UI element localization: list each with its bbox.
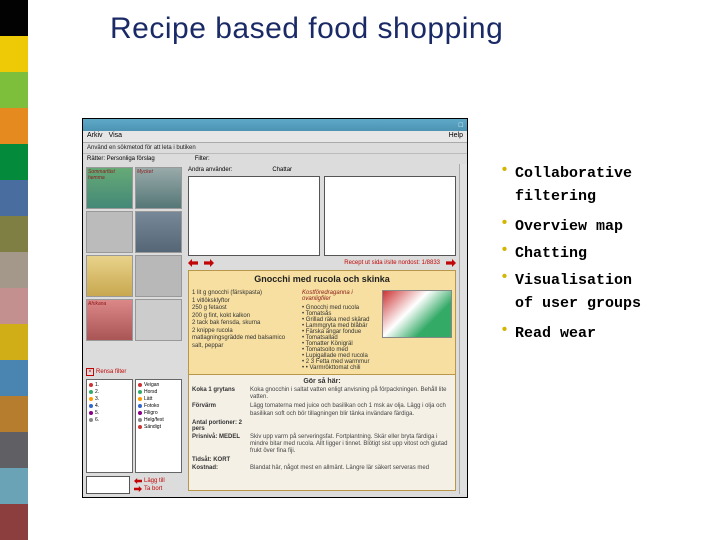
hint-bar: Använd en sökmetod för att leta i butike… — [83, 143, 467, 154]
filter-list-a[interactable]: 1.2.3.4.5.6. — [86, 379, 133, 473]
thumb-4[interactable] — [135, 211, 182, 253]
instructions-panel: Gör så här: Koka 1 grytansKoka gnocchin … — [189, 374, 455, 490]
filter-list-b[interactable]: VeiganHorsdLättFotokoFiligroHelg/festSän… — [135, 379, 182, 473]
menubar: Arkiv Visa Help — [83, 131, 467, 143]
suggestion-label: Kostföredraganna i ovanligfiler — [302, 290, 378, 302]
menu-visa[interactable]: Visa — [109, 132, 123, 141]
instructions-header: Gör så här: — [192, 378, 452, 385]
ingredient-list: 1 lit g gnocchi (färskpasta)1 vitlökskly… — [192, 290, 298, 371]
list-item[interactable]: 6. — [89, 417, 130, 423]
list-item[interactable]: Sändigt — [138, 424, 179, 430]
arrow-left-icon — [134, 478, 142, 484]
list-item[interactable]: Filigro — [138, 410, 179, 416]
label-chattar: Chattar — [272, 167, 292, 173]
menu-help[interactable]: Help — [449, 132, 463, 141]
scrollbar[interactable] — [459, 164, 467, 494]
recipe-title: Gnocchi med rucola och skinka — [189, 271, 455, 287]
chat-box[interactable] — [324, 176, 456, 256]
list-item[interactable]: 4. — [89, 403, 130, 409]
recipe-thumbnails[interactable]: Sommarfäst hemma Mycket Afrikana — [83, 164, 185, 344]
decorative-stripe — [0, 0, 28, 540]
list-item[interactable]: Veigan — [138, 382, 179, 388]
label-ratter: Rätter: Personliga förslag — [87, 156, 155, 162]
recipe-image — [382, 290, 452, 338]
menu-arkiv[interactable]: Arkiv — [87, 132, 103, 141]
next-icon-2[interactable] — [446, 259, 456, 267]
slide-title: Recipe based food shopping — [110, 12, 503, 46]
list-item[interactable]: 3. — [89, 396, 130, 402]
list-item[interactable]: 1. — [89, 382, 130, 388]
window-controls: □ — [459, 122, 463, 129]
list-item[interactable]: 2. — [89, 389, 130, 395]
list-item[interactable]: Horsd — [138, 389, 179, 395]
thumb-2[interactable]: Mycket — [135, 167, 182, 209]
prev-recipe-icon[interactable] — [188, 259, 198, 267]
lagg-till-link[interactable]: Lägg till — [134, 478, 165, 484]
thumb-1[interactable]: Sommarfäst hemma — [86, 167, 133, 209]
label-andra: Andra använder: — [188, 167, 232, 173]
suggestion-list[interactable]: Gnocchi med rucolaTomatsåsGrillad räka m… — [302, 305, 378, 371]
preview-box — [86, 476, 130, 494]
list-item[interactable]: Fotoko — [138, 403, 179, 409]
thumb-7[interactable]: Afrikana — [86, 299, 133, 341]
thumb-8[interactable] — [135, 299, 182, 341]
overview-map-box[interactable] — [188, 176, 320, 256]
list-item[interactable]: Helg/fest — [138, 417, 179, 423]
panel-headers: Rätter: Personliga förslag Filter: — [83, 154, 467, 164]
bullet-list: •Collaborativefiltering•Overview map•Cha… — [500, 162, 710, 349]
thumb-3[interactable] — [86, 211, 133, 253]
thumb-6[interactable] — [135, 255, 182, 297]
rensa-filter[interactable]: ×Rensa filter — [86, 368, 182, 376]
arrow-right-icon — [134, 486, 142, 492]
filter-lists: 1.2.3.4.5.6. VeiganHorsdLättFotokoFiligr… — [86, 379, 182, 473]
ta-bort-link[interactable]: Ta bort — [134, 486, 165, 492]
app-screenshot: □ Arkiv Visa Help Använd en sökmetod för… — [82, 118, 468, 498]
next-recipe-icon[interactable] — [204, 259, 214, 267]
window-titlebar: □ — [83, 119, 467, 131]
list-item[interactable]: Lätt — [138, 396, 179, 402]
list-item[interactable]: 5. — [89, 410, 130, 416]
label-filter: Filter: — [195, 156, 210, 162]
recipe-panel: Gnocchi med rucola och skinka 1 lit g gn… — [188, 270, 456, 491]
list-item[interactable]: • Varmrökttomat chili — [302, 365, 378, 371]
thumb-5[interactable] — [86, 255, 133, 297]
close-icon: × — [86, 368, 94, 376]
page-counter: Recept ut sida i/site nordost: 1/8833 — [344, 260, 440, 266]
